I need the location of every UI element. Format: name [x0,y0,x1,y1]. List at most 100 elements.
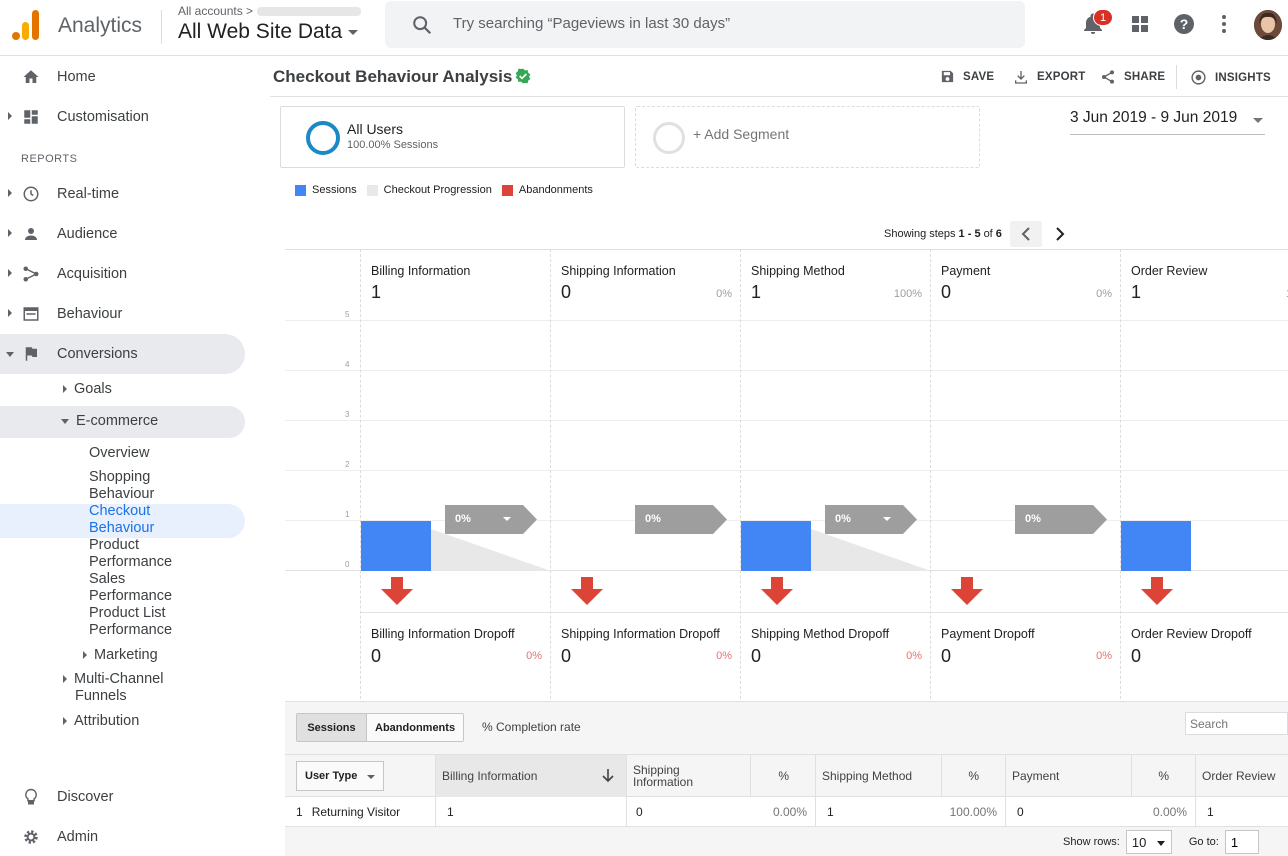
person-icon [25,228,37,240]
avatar[interactable] [1254,10,1282,40]
dropoff-value: 0 [371,646,382,666]
apps-grid-icon[interactable] [1128,12,1152,36]
sidebar-item-label: Goals [74,381,112,397]
step-name: Shipping Information [561,264,676,278]
sort-desc-icon [602,769,614,783]
insights-button[interactable]: INSIGHTS [1190,69,1271,86]
date-range-picker[interactable]: 3 Jun 2019 - 9 Jun 2019 [1070,109,1265,135]
sidebar-item-home[interactable]: Home [0,57,245,97]
sidebar-item-product-performance[interactable]: Product Performance [89,537,172,571]
share-button[interactable]: SHARE [1100,69,1165,85]
chevron-left-icon [1021,227,1030,241]
dimension-selector[interactable]: User Type [296,761,384,791]
sidebar: Home Customisation REPORTS Real-time Aud… [0,57,268,856]
dropoff-percent: 0% [716,650,732,662]
step-sessions: 0 [561,282,572,302]
step-sessions: 1 [1131,282,1142,302]
expand-icon [63,675,67,684]
sidebar-item-realtime[interactable]: Real-time [0,174,245,214]
dropoff-percent: 0% [906,650,922,662]
ecommerce-label-row[interactable]: E-commerce [61,413,158,429]
caret-down-icon [1156,841,1165,846]
dimension-label: User Type [305,770,358,782]
sidebar-item-overview[interactable]: Overview [89,445,149,462]
dropoff-name: Billing Information Dropoff [371,627,515,641]
column-header-billing-information[interactable]: Billing Information [435,755,626,797]
sidebar-item-customisation[interactable]: Customisation [0,97,245,137]
show-rows-select[interactable]: 10 [1125,830,1172,854]
abandonment-arrow-icon [761,577,793,605]
next-steps-button[interactable] [1050,221,1070,247]
sidebar-item-admin[interactable]: Admin [0,817,245,856]
abandonment-arrow-icon [571,577,603,605]
search-box[interactable] [385,1,1025,48]
search-input[interactable] [453,15,953,32]
sidebar-item-checkout-behaviour[interactable]: Checkout Behaviour [89,503,154,537]
account-breadcrumb[interactable]: All accounts > [178,4,362,18]
user-type-link[interactable]: Returning Visitor [312,805,401,819]
export-button[interactable]: EXPORT [1013,69,1086,85]
dropoff-divider [361,612,551,613]
dropoff-name: Payment Dropoff [941,627,1035,641]
sidebar-item-audience[interactable]: Audience [0,214,245,254]
funnel-step-payment[interactable]: Payment 0 0% 0% Payment Dropoff 0 0% [930,249,1121,709]
steps-of: of [983,228,993,240]
add-segment-label: + Add Segment [693,126,790,142]
sidebar-item-acquisition[interactable]: Acquisition [0,254,245,294]
table-search[interactable] [1185,712,1288,735]
show-rows-value: 10 [1131,834,1147,850]
column-header-percent[interactable]: % [941,755,1005,797]
goto-label: Go to: [1188,836,1219,848]
sidebar-item-label: E-commerce [76,413,159,429]
abandonment-arrow-icon [951,577,983,605]
column-header-payment[interactable]: Payment [1005,755,1131,797]
table-search-input[interactable] [1186,713,1287,734]
goto-page-input[interactable] [1224,830,1259,854]
step-percent: 0% [1096,288,1112,300]
clock-icon [23,186,39,202]
sidebar-item-product-list-performance[interactable]: Product List Performance [89,605,172,639]
cell-order-review: 1 [1195,797,1288,826]
completion-rate-link[interactable]: % Completion rate [482,720,581,734]
steps-range: 1 - 5 [958,228,981,240]
sidebar-item-label: Customisation [57,109,149,125]
sidebar-item-behaviour[interactable]: Behaviour [0,294,245,334]
column-header-percent[interactable]: % [1131,755,1195,797]
dropoff-divider [931,612,1121,613]
tab-abandonments[interactable]: Abandonments [367,714,464,741]
column-header-shipping-method[interactable]: Shipping Method [815,755,941,797]
sidebar-item-discover[interactable]: Discover [0,777,245,817]
dropoff-divider [741,612,931,613]
property-selector[interactable]: All Web Site Data [178,20,359,44]
previous-steps-button[interactable] [1009,221,1042,247]
sidebar-item-shopping-behaviour[interactable]: Shopping Behaviour [89,469,154,503]
sidebar-item-sales-performance[interactable]: Sales Performance [89,571,172,605]
segment-ring-icon [306,121,340,155]
column-header-order-review[interactable]: Order Review [1195,755,1288,797]
segment-all-users[interactable]: All Users 100.00% Sessions [280,106,625,168]
legend-swatch [366,184,378,196]
sidebar-item-goals[interactable]: Goals [63,381,112,397]
funnel-step-billing-information[interactable]: Billing Information 1 0% Billing Informa… [360,249,551,709]
save-button[interactable]: SAVE [940,69,994,84]
funnel-step-shipping-method[interactable]: Shipping Method 1 100% 0% Shipping Metho… [740,249,931,709]
funnel-step-order-review[interactable]: Order Review 1 1 Order Review Dropoff 0 [1120,249,1288,709]
analytics-logo[interactable] [12,10,40,40]
more-vert-icon[interactable] [1212,12,1236,36]
help-icon[interactable]: ? [1172,12,1196,36]
sidebar-item-marketing[interactable]: Marketing [83,647,158,663]
column-header-shipping-information[interactable]: Shipping Information [626,755,750,797]
add-segment-button[interactable]: + Add Segment [635,106,980,168]
sidebar-item-conversions[interactable]: Conversions [0,334,245,374]
tab-sessions[interactable]: Sessions [297,714,367,741]
expand-icon [8,309,12,317]
sidebar-item-multi-channel-funnels[interactable]: Multi-Channel Funnels [63,671,163,705]
column-header-percent[interactable]: % [750,755,815,797]
legend-swatch [295,184,306,196]
sessions-bar [741,521,811,571]
expand-icon [8,189,12,197]
funnel-step-shipping-information[interactable]: Shipping Information 0 0% 0% Shipping In… [550,249,741,709]
sidebar-item-attribution[interactable]: Attribution [63,713,139,729]
sidebar-item-label: Acquisition [57,266,128,282]
app-title[interactable]: Analytics [58,14,142,38]
